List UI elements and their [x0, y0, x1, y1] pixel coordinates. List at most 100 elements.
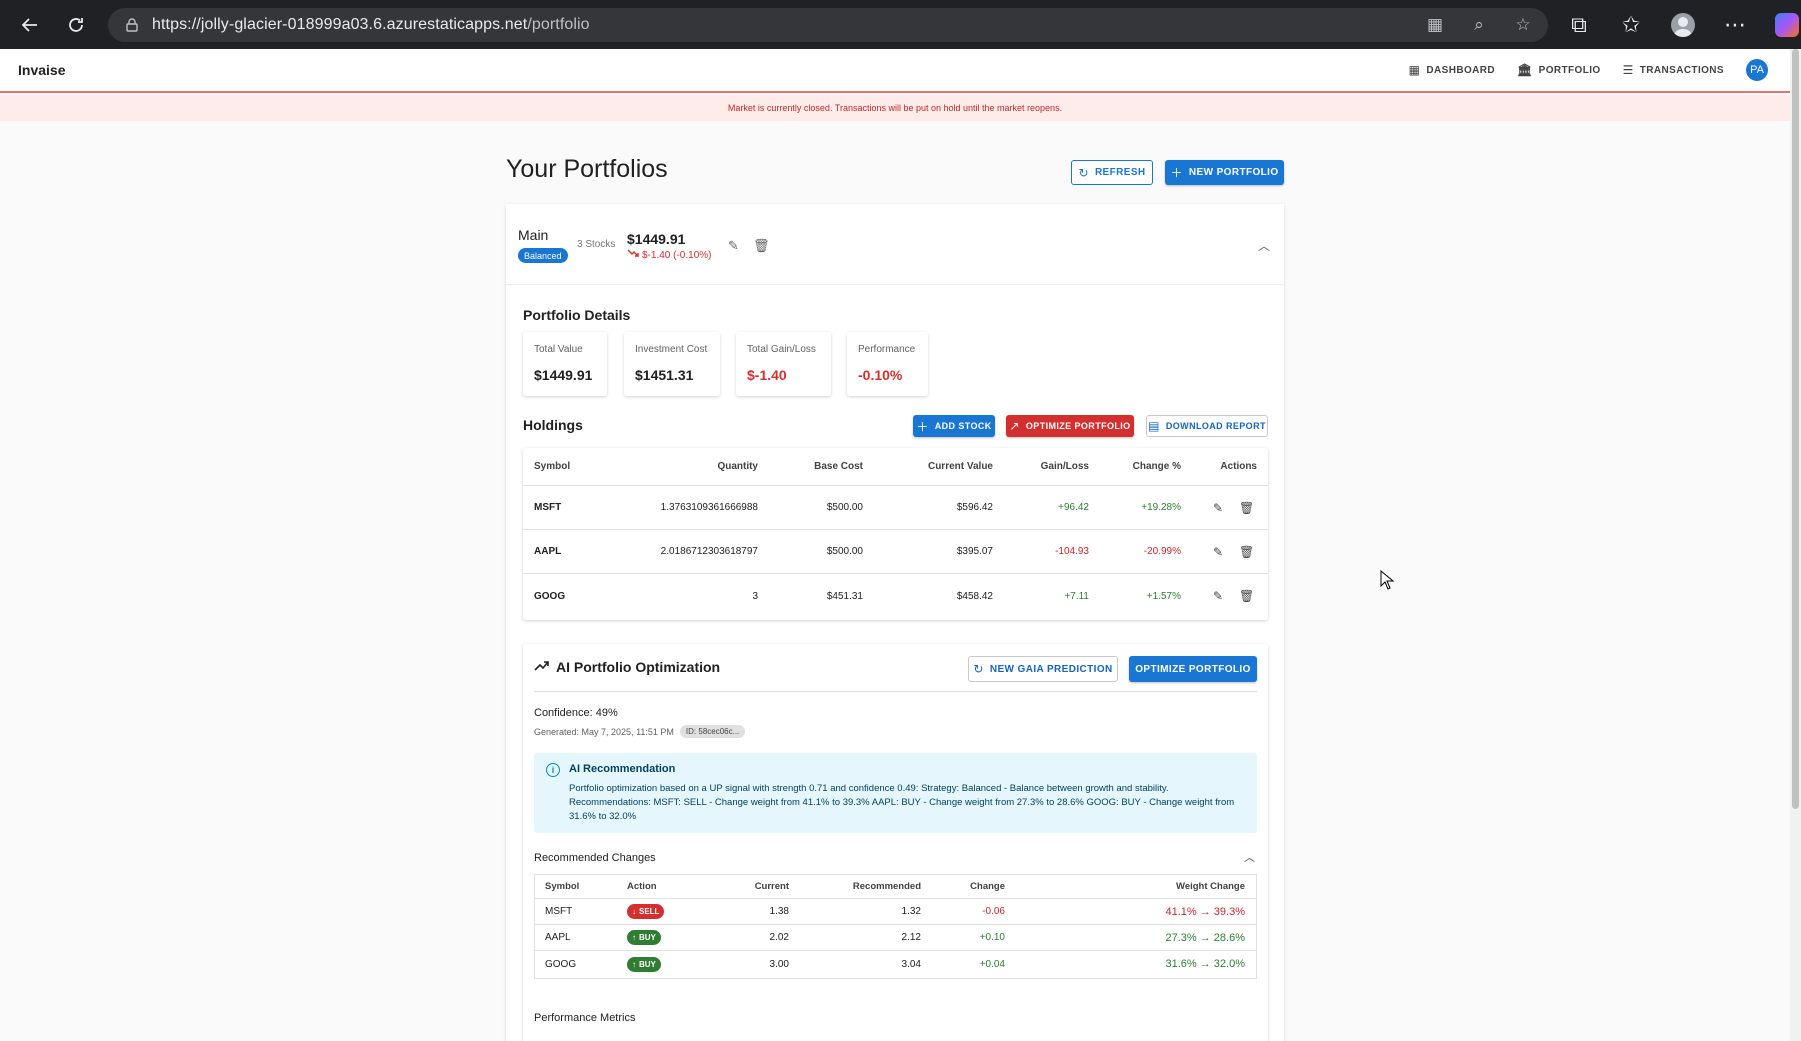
column-header[interactable]: Gain/Loss [993, 448, 1089, 485]
rec-weight-change: 27.3% → 28.6% [1165, 931, 1246, 944]
column-header[interactable]: Base Cost [763, 448, 863, 485]
add-stock-button[interactable]: ＋ ADD STOCK [913, 415, 995, 437]
divider [534, 691, 1257, 692]
rec-change: +0.10 [979, 932, 1005, 943]
info-icon: i [546, 763, 560, 777]
download-report-button[interactable]: ▤ DOWNLOAD REPORT [1146, 415, 1268, 437]
metric-total-value: Total Value $1449.91 [523, 332, 607, 396]
holding-current-value: $458.42 [956, 590, 993, 602]
delete-holding-icon[interactable]: 🗑 [1239, 574, 1254, 618]
holding-change-pct: -20.99% [1143, 546, 1181, 557]
column-header[interactable]: Quantity [623, 448, 758, 485]
rec-current: 1.38 [769, 906, 789, 917]
user-avatar[interactable]: PA [1746, 59, 1768, 81]
metric-label: Total Value [534, 344, 583, 355]
refresh-button[interactable]: ↻ REFRESH [1071, 160, 1153, 185]
metric-label: Total Gain/Loss [747, 344, 816, 355]
more-menu-icon[interactable]: ⋯ [1716, 7, 1754, 43]
nav-dashboard[interactable]: ▦ DASHBOARD [1409, 63, 1495, 77]
ai-title: AI Portfolio Optimization [534, 659, 720, 675]
ai-optimization-card: AI Portfolio Optimization ↻ NEW GAIA PRED… [523, 644, 1268, 1041]
holding-change-pct: +19.28% [1141, 502, 1181, 513]
recommended-changes-title: Recommended Changes [534, 852, 656, 864]
column-header: Current [754, 881, 789, 892]
favorite-star-icon[interactable]: ☆ [1512, 15, 1534, 35]
holding-current-value: $596.42 [956, 502, 993, 513]
scrollbar-thumb[interactable] [1792, 49, 1799, 809]
table-row: AAPL 2.0186712303618797 $500.00 $395.07 … [523, 530, 1268, 574]
confidence-text: Confidence: 49% [534, 707, 618, 719]
reload-icon[interactable] [58, 7, 94, 43]
holding-symbol: GOOG [534, 590, 566, 602]
column-header[interactable]: Current Value [863, 448, 993, 485]
column-header: Symbol [545, 881, 580, 892]
table-row: GOOG 3 $451.31 $458.42 +7.11 +1.57% ✎ 🗑 [523, 574, 1268, 618]
buy-chip: ↑ BUY [627, 930, 661, 945]
optimize-portfolio-button[interactable]: ↗ OPTIMIZE PORTFOLIO [1006, 415, 1134, 437]
holding-base-cost: $500.00 [826, 546, 863, 557]
metric-total-gain-loss: Total Gain/Loss $-1.40 [736, 332, 831, 396]
holdings-table: Symbol Quantity Base Cost Current Value … [523, 448, 1268, 620]
brand-logo[interactable]: Invaise [18, 62, 65, 78]
delete-portfolio-icon[interactable]: 🗑 [753, 238, 770, 254]
chevron-up-icon[interactable]: ︿ [1244, 849, 1255, 865]
ai-title-text: AI Portfolio Optimization [556, 659, 721, 675]
bank-icon: 🏛 [1517, 63, 1533, 77]
holding-gain-loss: +7.11 [1064, 590, 1089, 602]
column-header[interactable]: Symbol [534, 448, 570, 485]
profile-icon[interactable] [1664, 7, 1702, 43]
new-gaia-prediction-button[interactable]: ↻ NEW GAIA PREDICTION [968, 656, 1118, 682]
page-scrollbar[interactable] [1790, 49, 1801, 1041]
metric-value: $-1.40 [747, 367, 787, 383]
browser-toolbar: https://jolly-glacier-018999a03.6.azures… [0, 0, 1801, 49]
column-header: Weight Change [1176, 881, 1245, 892]
market-closed-banner: Market is currently closed. Transactions… [0, 95, 1790, 121]
page-title: Your Portfolios [506, 155, 668, 183]
new-portfolio-button[interactable]: ＋ NEW PORTFOLIO [1165, 160, 1284, 185]
buy-chip: ↑ BUY [627, 956, 661, 972]
delete-holding-icon[interactable]: 🗑 [1239, 486, 1254, 529]
edit-holding-icon[interactable]: ✎ [1213, 486, 1223, 529]
delete-holding-icon[interactable]: 🗑 [1239, 530, 1254, 573]
recommendations-table: Symbol Action Current Recommended Change… [534, 874, 1257, 979]
portfolio-summary[interactable]: Main Balanced 3 Stocks $1449.91 $-1.40 (… [506, 204, 1284, 285]
mouse-cursor-icon [1380, 569, 1395, 590]
nav-label: TRANSACTIONS [1639, 64, 1724, 76]
chevron-up-icon[interactable]: ︿ [1258, 237, 1270, 254]
holding-base-cost: $500.00 [826, 502, 863, 513]
rec-symbol: GOOG [545, 958, 577, 970]
nav-transactions[interactable]: ☰ TRANSACTIONS [1623, 63, 1724, 77]
generated-info: Generated: May 7, 2025, 11:51 PM ID: 58c… [534, 725, 746, 738]
portfolio-change: $-1.40 (-0.10%) [627, 249, 711, 261]
ai-optimize-portfolio-button[interactable]: OPTIMIZE PORTFOLIO [1129, 656, 1257, 682]
rec-change: +0.04 [979, 958, 1005, 970]
app-grid-icon[interactable]: ▦ [1424, 15, 1446, 35]
zoom-icon[interactable]: ⌕ [1468, 15, 1490, 35]
column-header[interactable]: Change % [1089, 448, 1181, 485]
rec-current: 3.00 [769, 958, 789, 970]
table-row: GOOG ↑ BUY 3.00 3.04 +0.04 31.6% → 32.0% [535, 951, 1256, 977]
rec-symbol: AAPL [545, 932, 571, 943]
rec-weight-change: 31.6% → 32.0% [1165, 958, 1246, 970]
holding-quantity: 1.3763109361666988 [660, 502, 758, 513]
address-bar[interactable]: https://jolly-glacier-018999a03.6.azures… [108, 8, 1548, 42]
app-header: Invaise ▦ DASHBOARD 🏛 PORTFOLIO ☰ TRANSA… [0, 49, 1790, 93]
portfolio-name: Main [518, 227, 549, 243]
extensions-icon[interactable]: ⧉ [1560, 7, 1598, 43]
nav-portfolio[interactable]: 🏛 PORTFOLIO [1517, 63, 1601, 77]
arrow-up-icon: ↑ [632, 959, 636, 969]
alert-title: AI Recommendation [569, 763, 676, 775]
copilot-icon[interactable] [1768, 7, 1801, 43]
metric-value: $1451.31 [635, 367, 694, 383]
metric-value: $1449.91 [534, 367, 593, 383]
table-row: MSFT ↓ SELL 1.38 1.32 -0.06 41.1% → 39.3% [535, 899, 1256, 925]
favorites-icon[interactable]: ✩ [1612, 7, 1650, 43]
holding-current-value: $395.07 [956, 546, 993, 557]
rec-weight-change: 41.1% → 39.3% [1165, 905, 1246, 918]
alert-text: Portfolio optimization based on a UP sig… [569, 783, 1235, 822]
back-arrow-icon[interactable] [12, 7, 48, 43]
edit-holding-icon[interactable]: ✎ [1213, 574, 1223, 618]
edit-portfolio-icon[interactable]: ✎ [728, 238, 739, 254]
edit-holding-icon[interactable]: ✎ [1213, 530, 1223, 573]
trending-up-icon [534, 659, 550, 675]
